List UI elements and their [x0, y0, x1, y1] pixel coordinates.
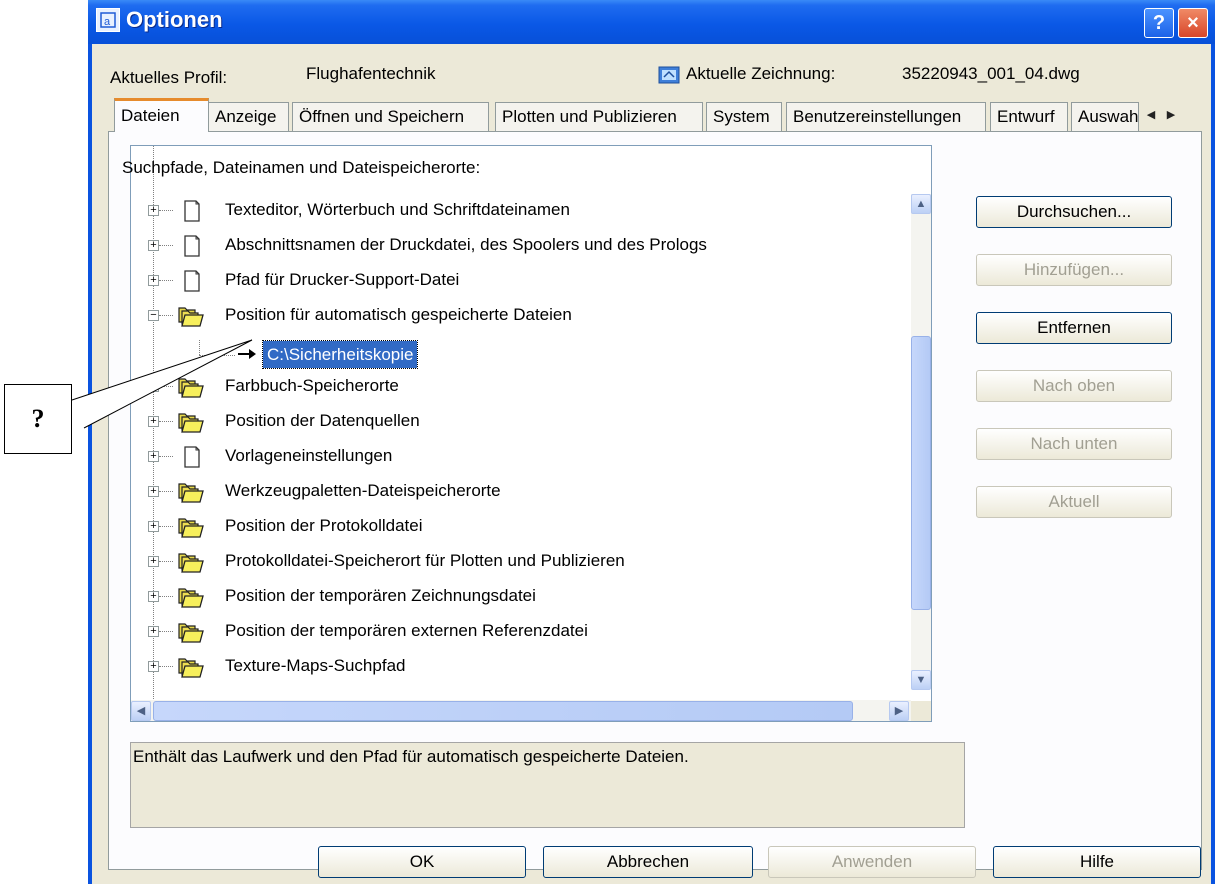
scroll-corner — [911, 701, 931, 721]
tree-item-label: Position der temporären externen Referen… — [225, 621, 588, 640]
selected-path-item[interactable]: C:\Sicherheitskopie — [261, 340, 419, 369]
drawing-icon — [658, 65, 682, 85]
move-up-button[interactable]: Nach oben — [976, 370, 1172, 402]
tree-item-label: Texture-Maps-Suchpfad — [225, 656, 406, 675]
tab-scroll-right-icon[interactable]: ▶ — [1162, 104, 1180, 126]
folder-stack-icon — [177, 480, 205, 504]
tree-item[interactable]: + Werkzeugpaletten-Dateispeicherorte — [131, 475, 911, 509]
tree-item[interactable]: + Position der Protokolldatei — [131, 510, 911, 544]
tab-label: Auswah — [1078, 107, 1139, 126]
tree-item-label: Pfad für Drucker-Support-Datei — [225, 270, 460, 289]
scroll-down-icon[interactable]: ▼ — [911, 670, 931, 690]
help-caption-button[interactable]: ? — [1144, 8, 1174, 38]
tree-branch-line — [159, 666, 173, 667]
description-text: Enthält das Laufwerk und den Pfad für au… — [133, 747, 689, 766]
tab-benutzereinstellungen[interactable]: Benutzereinstellungen — [786, 102, 986, 131]
help-icon: ? — [1152, 11, 1166, 34]
ok-button[interactable]: OK — [318, 846, 526, 878]
tab-system[interactable]: System — [706, 102, 782, 131]
close-button[interactable]: × — [1178, 8, 1208, 38]
tree-item-label: Abschnittsnamen der Druckdatei, des Spoo… — [225, 235, 707, 254]
scroll-thumb[interactable] — [911, 336, 931, 610]
expand-icon[interactable]: + — [148, 521, 159, 532]
tab-entwurf[interactable]: Entwurf — [990, 102, 1068, 131]
scroll-left-icon[interactable]: ◀ — [131, 701, 151, 721]
tab-scroll-left-icon[interactable]: ◀ — [1142, 104, 1160, 126]
cancel-button[interactable]: Abbrechen — [543, 846, 753, 878]
tab-label: Öffnen und Speichern — [299, 107, 465, 126]
expand-icon[interactable]: + — [148, 486, 159, 497]
folder-stack-icon — [177, 620, 205, 644]
scroll-up-icon[interactable]: ▲ — [911, 194, 931, 214]
close-icon: × — [1187, 11, 1199, 34]
tree-item-label: Werkzeugpaletten-Dateispeicherorte — [225, 481, 501, 500]
tab-label: Plotten und Publizieren — [502, 107, 677, 126]
tree-item-label: Position für automatisch gespeicherte Da… — [225, 305, 572, 324]
drawing-value: 35220943_001_04.dwg — [902, 64, 1080, 83]
folder-stack-icon — [177, 550, 205, 574]
expand-icon[interactable]: + — [148, 661, 159, 672]
drawing-label: Aktuelle Zeichnung: — [686, 64, 836, 83]
tree-item[interactable]: + Position der temporären Zeichnungsdatei — [131, 580, 911, 614]
tab-auswahl[interactable]: Auswah — [1071, 102, 1139, 131]
folder-stack-icon — [177, 655, 205, 679]
tree-branch-line — [159, 491, 173, 492]
tree-item[interactable]: + Texture-Maps-Suchpfad — [131, 650, 911, 684]
help-button[interactable]: Hilfe — [993, 846, 1201, 878]
expand-icon[interactable]: + — [148, 591, 159, 602]
scroll-right-icon[interactable]: ▶ — [889, 701, 909, 721]
remove-button[interactable]: Entfernen — [976, 312, 1172, 344]
horizontal-scroll-thumb[interactable] — [153, 701, 853, 721]
tree-branch-line — [159, 561, 173, 562]
tree-branch-line — [159, 596, 173, 597]
apply-button[interactable]: Anwenden — [768, 846, 976, 878]
folder-stack-icon — [177, 585, 205, 609]
tree-branch-line — [159, 631, 173, 632]
expand-icon[interactable]: + — [148, 626, 159, 637]
tree-item[interactable]: + Protokolldatei-Speicherort für Plotten … — [131, 545, 911, 579]
current-button[interactable]: Aktuell — [976, 486, 1172, 518]
tree-branch-line — [159, 526, 173, 527]
tree-item-label: Position der Protokolldatei — [225, 516, 423, 535]
expand-icon[interactable]: + — [148, 556, 159, 567]
add-button[interactable]: Hinzufügen... — [976, 254, 1172, 286]
callout-pointer — [71, 339, 253, 429]
tree-item[interactable]: + Position der temporären externen Refere… — [131, 615, 911, 649]
tree-item-label: Position der temporären Zeichnungsdatei — [225, 586, 536, 605]
folder-stack-icon — [177, 515, 205, 539]
tree-item-label: Texteditor, Wörterbuch und Schriftdatein… — [225, 200, 570, 219]
tab-oeffnen-speichern[interactable]: Öffnen und Speichern — [292, 102, 489, 131]
profile-value: Flughafentechnik — [306, 64, 436, 83]
description-box: Enthält das Laufwerk und den Pfad für au… — [130, 742, 965, 828]
tab-label: Benutzereinstellungen — [793, 107, 962, 126]
tab-label: Entwurf — [997, 107, 1055, 126]
tab-plotten-publizieren[interactable]: Plotten und Publizieren — [495, 102, 703, 131]
browse-button[interactable]: Durchsuchen... — [976, 196, 1172, 228]
tree-item-label: Protokolldatei-Speicherort für Plotten u… — [225, 551, 625, 570]
tab-label: System — [713, 107, 770, 126]
move-down-button[interactable]: Nach unten — [976, 428, 1172, 460]
